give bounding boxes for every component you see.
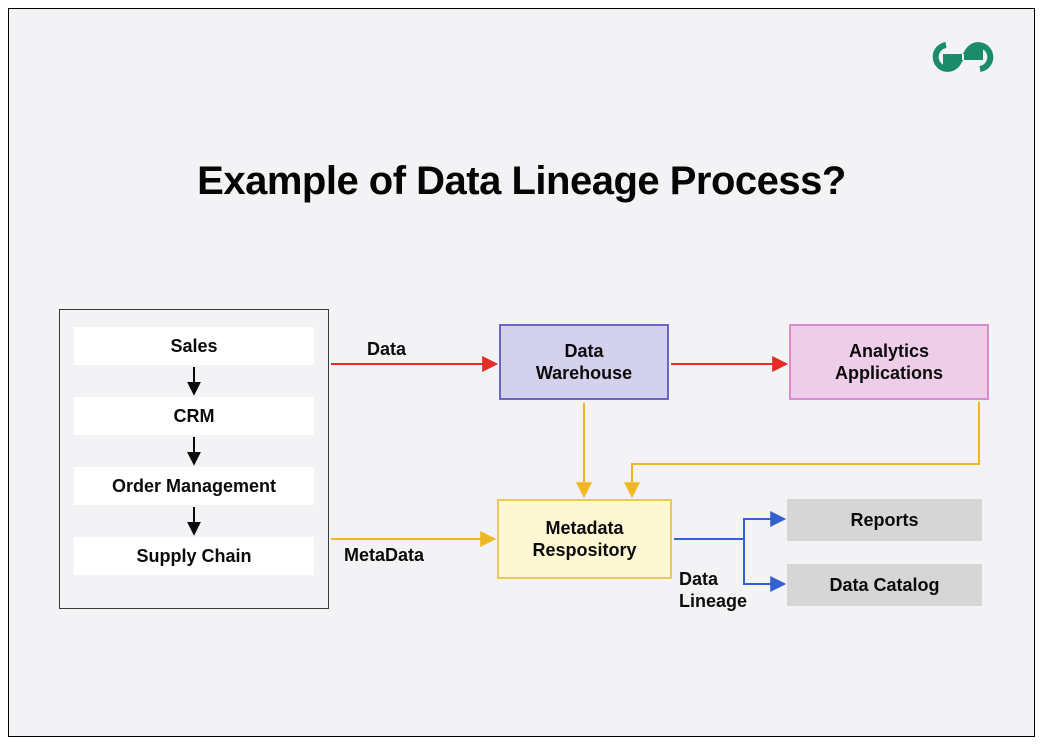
label-data: Data <box>367 339 406 360</box>
node-analytics: Analytics Applications <box>789 324 989 400</box>
diagram-canvas: Sales CRM Order Management Supply Chain … <box>9 9 1034 736</box>
diagram-frame: Example of Data Lineage Process? Sales C… <box>8 8 1035 737</box>
source-supply-chain: Supply Chain <box>74 537 314 575</box>
arrow-metadata-reports <box>674 519 783 539</box>
source-order-mgmt: Order Management <box>74 467 314 505</box>
label-metadata: MetaData <box>344 545 424 566</box>
node-reports: Reports <box>787 499 982 541</box>
node-data-warehouse: Data Warehouse <box>499 324 669 400</box>
arrow-metadata-catalog <box>744 539 783 584</box>
source-crm: CRM <box>74 397 314 435</box>
label-lineage: Data Lineage <box>679 569 747 612</box>
source-sales: Sales <box>74 327 314 365</box>
node-metadata-repo: Metadata Respository <box>497 499 672 579</box>
arrow-analytics-metadata <box>632 402 979 495</box>
node-data-catalog: Data Catalog <box>787 564 982 606</box>
